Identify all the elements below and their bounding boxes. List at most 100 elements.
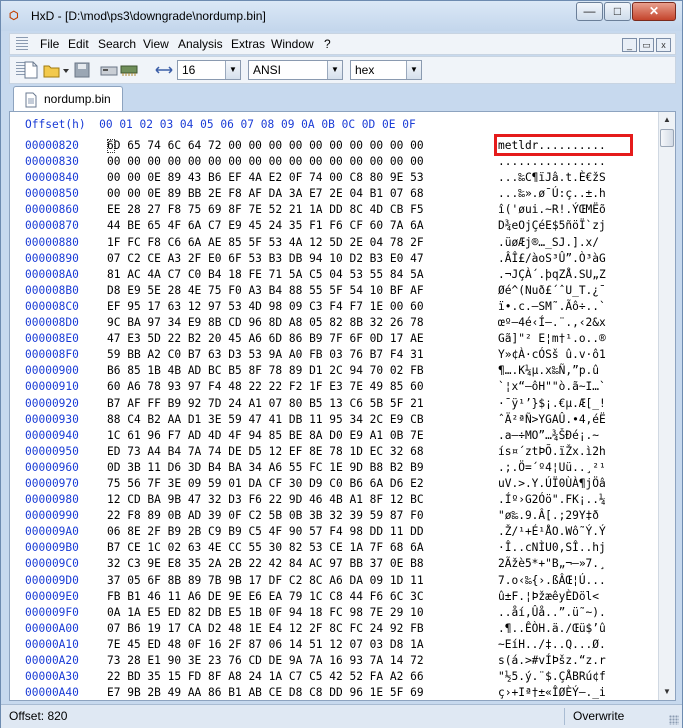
hex-row[interactable]: B7 CE 1C 02 63 4E CC 55 30 82 53 CE 1A 7… <box>107 540 424 556</box>
text-row[interactable]: 2Ãžè5*+"B„¬—»7.¸ <box>498 556 606 572</box>
hex-row[interactable]: 00 00 00 00 00 00 00 00 00 00 00 00 00 0… <box>107 154 424 170</box>
minimize-button[interactable]: — <box>576 2 603 21</box>
menu-extras[interactable]: Extras <box>231 37 265 51</box>
text-row[interactable]: î('øui.~R!.ÝŒMËõ <box>498 202 606 218</box>
text-row[interactable]: ~EíH../‡..Q...Ø. <box>498 637 606 653</box>
hex-row[interactable]: B6 85 1B 4B AD BC B5 8F 78 89 D1 2C 94 7… <box>107 363 424 379</box>
text-row[interactable]: s(á.>#vÍÞšz.“z.r <box>498 653 606 669</box>
hex-row[interactable]: 7E 45 ED 48 0F 16 2F 87 06 14 51 12 07 0… <box>107 637 424 653</box>
hex-column[interactable]: 6D 65 74 6C 64 72 00 00 00 00 00 00 00 0… <box>107 138 424 700</box>
hex-row[interactable]: EF 95 17 63 12 97 53 4D 98 09 C3 F4 F7 1… <box>107 299 424 315</box>
scroll-up-icon[interactable]: ▲ <box>659 112 675 128</box>
text-row[interactable]: uV.>.Y.ÚÏ0ÙÀ¶jÖâ <box>498 476 606 492</box>
hex-row[interactable]: E7 9B 2B 49 AA 86 B1 AB CE D8 C8 DD 96 1… <box>107 685 424 700</box>
text-row[interactable]: ...‰».ø¯Ú:ç..±.h <box>498 186 606 202</box>
text-row[interactable]: ç›+Iª†±«ÎØÈÝ–._i <box>498 685 606 700</box>
hex-row[interactable]: 00 00 0E 89 BB 2E F8 AF DA 3A E7 2E 04 B… <box>107 186 424 202</box>
hex-row[interactable]: 1C 61 96 F7 AD 4D 4F 94 85 BE 8A D0 E9 A… <box>107 428 424 444</box>
text-row[interactable]: Øé^(Nuð£´ˆU_T.¿¯ <box>498 283 606 299</box>
hex-row[interactable]: 0D 3B 11 D6 3D B4 BA 34 A6 55 FC 1E 9D B… <box>107 460 424 476</box>
open-folder-icon[interactable] <box>43 61 61 79</box>
title-bar[interactable]: ⬡ HxD - [D:\mod\ps3\downgrade\nordump.bi… <box>1 1 682 31</box>
text-row[interactable]: ·Î..cNÌU0‚SÎ..hj <box>498 540 606 556</box>
chevron-down-icon[interactable]: ▼ <box>327 61 342 79</box>
text-row[interactable]: ï•.c.—SM˜.Ãô÷..` <box>498 299 606 315</box>
hex-row[interactable]: 59 BB A2 C0 B7 63 D3 53 9A A0 FB 03 76 B… <box>107 347 424 363</box>
text-row[interactable]: .ÂÎ£/àoS³Û”.Ò³àG <box>498 251 606 267</box>
hex-row[interactable]: D8 E9 5E 28 4E 75 F0 A3 B4 88 55 5F 54 1… <box>107 283 424 299</box>
hex-row[interactable]: B7 AF FF B9 92 7D 24 A1 07 80 B5 13 C6 5… <box>107 396 424 412</box>
save-icon[interactable] <box>73 61 91 79</box>
status-mode[interactable]: Overwrite <box>573 709 624 723</box>
scrollbar-thumb[interactable] <box>660 129 674 147</box>
maximize-button[interactable]: □ <box>604 2 631 21</box>
menu-help[interactable]: ? <box>324 37 331 51</box>
text-row[interactable]: .a–÷­MO”…¾ŠÐé¡.~ <box>498 428 606 444</box>
text-row[interactable]: .;.Ö=´º4¦Uü..¸²¹ <box>498 460 606 476</box>
text-row[interactable]: `¦x“—ôH""ò.ã~I…` <box>498 379 606 395</box>
menu-view[interactable]: View <box>143 37 169 51</box>
hex-row[interactable]: FB B1 46 11 A6 DE 9E E6 EA 79 1C C8 44 F… <box>107 589 424 605</box>
text-row[interactable]: û±F.¦ÞžæêyÈDöl< <box>498 589 606 605</box>
mdi-minimize-button[interactable]: _ <box>622 38 637 52</box>
text-row[interactable]: 7.o‹‰{›.ßÂŒ¦Ú... <box>498 573 606 589</box>
text-row[interactable]: ...‰C¶ïJâ.t.È€žS <box>498 170 606 186</box>
text-row[interactable]: ..åí‚Ûå..”.ü˜~). <box>498 605 606 621</box>
hex-row[interactable]: 9C BA 97 34 E9 8B CD 96 8D A8 05 82 8B 3… <box>107 315 424 331</box>
vertical-scrollbar[interactable]: ▲ ▼ <box>658 112 675 700</box>
mdi-restore-button[interactable]: ▭ <box>639 38 654 52</box>
offset-base-select[interactable]: hex ▼ <box>350 60 422 80</box>
menu-search[interactable]: Search <box>98 37 136 51</box>
hex-row[interactable]: 06 8E 2F B9 2B C9 B9 C5 4F 90 57 F4 98 D… <box>107 524 424 540</box>
menu-file[interactable]: File <box>40 37 59 51</box>
text-row[interactable]: .Íº›G2Óö".FK¡..¼ <box>498 492 606 508</box>
text-row[interactable]: Gã]"² E¦m†¹.o..® <box>498 331 606 347</box>
open-ram-icon[interactable] <box>120 61 138 79</box>
text-row[interactable]: ·¯ÿ¹’}$¡.€µ.Æ[_! <box>498 396 606 412</box>
chevron-down-icon[interactable]: ▼ <box>225 61 240 79</box>
hex-row[interactable]: 75 56 7F 3E 09 59 01 DA CF 30 D9 C0 B6 6… <box>107 476 424 492</box>
hex-row[interactable]: 47 E3 5D 22 B2 20 45 A6 6D 86 B9 7F 6F 0… <box>107 331 424 347</box>
text-row[interactable]: ¶….K­¼µ.x‰Ñ,”p.û <box>498 363 606 379</box>
text-row[interactable]: Y»¢À·cÓSš û.v·ô1 <box>498 347 606 363</box>
hex-row[interactable]: 22 BD 35 15 FD 8F A8 24 1A C7 C5 42 52 F… <box>107 669 424 685</box>
menu-window[interactable]: Window <box>271 37 314 51</box>
new-file-icon[interactable] <box>22 61 40 79</box>
open-disk-icon[interactable] <box>100 61 118 79</box>
hex-row[interactable]: 22 F8 89 0B AD 39 0F C2 5B 0B 3B 32 39 5… <box>107 508 424 524</box>
open-dropdown-icon[interactable] <box>61 61 71 79</box>
hex-row[interactable]: 6D 65 74 6C 64 72 00 00 00 00 00 00 00 0… <box>107 138 424 154</box>
text-row[interactable]: œº—4é‹Í–.¨.‚‹2&x <box>498 315 606 331</box>
hex-row[interactable]: 32 C3 9E E8 35 2A 2B 22 42 84 AC 97 BB 3… <box>107 556 424 572</box>
hex-editor[interactable]: Offset(h) 00 01 02 03 04 05 06 07 08 09 … <box>9 111 676 701</box>
hex-row[interactable]: 0A 1A E5 ED 82 DB E5 1B 0F 94 18 FC 98 7… <box>107 605 424 621</box>
text-column[interactable]: metldr.......................... ...‰C¶ïJ… <box>498 138 606 700</box>
text-row[interactable]: ................ <box>498 154 606 170</box>
text-row[interactable]: .¬JÇÀ´.þqZÅ.SU„Z <box>498 267 606 283</box>
hex-row[interactable]: 37 05 6F 8B 89 7B 9B 17 DF C2 8C A6 DA 0… <box>107 573 424 589</box>
hex-row[interactable]: 88 C4 B2 AA D1 3E 59 47 41 DB 11 95 34 2… <box>107 412 424 428</box>
menu-edit[interactable]: Edit <box>68 37 89 51</box>
bytes-per-row-select[interactable]: 16 ▼ <box>177 60 241 80</box>
tab-nordump[interactable]: nordump.bin <box>13 86 123 111</box>
hex-row[interactable]: 44 BE 65 4F 6A C7 E9 45 24 35 F1 F6 CF 6… <box>107 218 424 234</box>
hex-row[interactable]: 00 00 0E 89 43 B6 EF 4A E2 0F 74 00 C8 8… <box>107 170 424 186</box>
hex-row[interactable]: 60 A6 78 93 97 F4 48 22 22 F2 1F E3 7E 4… <box>107 379 424 395</box>
text-row[interactable]: D¾eOjÇéE$5ñöÏ`zj <box>498 218 606 234</box>
text-row[interactable]: .¶..ÊÒH.ä./Œü$’û <box>498 621 606 637</box>
text-row[interactable]: ís¤´ztÞÕ.ïŽx.ì2h <box>498 444 606 460</box>
resize-grip-icon[interactable] <box>669 715 679 725</box>
hex-row[interactable]: 12 CD BA 9B 47 32 D3 F6 22 9D 46 4B A1 8… <box>107 492 424 508</box>
hex-row[interactable]: 07 C2 CE A3 2F E0 6F 53 B3 DB 94 10 D2 B… <box>107 251 424 267</box>
text-row[interactable]: ˆÄ²ªÑ>YGAÛ.•4,éË <box>498 412 606 428</box>
hex-row[interactable]: 73 28 E1 90 3E 23 76 CD DE 9A 7A 16 93 7… <box>107 653 424 669</box>
text-row[interactable]: .Ž/¹+É¹ÅO.Wô˜Ý.Ý <box>498 524 606 540</box>
charset-select[interactable]: ANSI ▼ <box>248 60 343 80</box>
hex-row[interactable]: 81 AC 4A C7 C0 B4 18 FE 71 5A C5 04 53 5… <box>107 267 424 283</box>
text-row[interactable]: "ø‰.­9.Â[.;29Y‡ð <box>498 508 606 524</box>
mdi-close-button[interactable]: x <box>656 38 671 52</box>
chevron-down-icon[interactable]: ▼ <box>406 61 421 79</box>
text-row[interactable]: "½5.ý.¨$.ÇÅBRú¢f <box>498 669 606 685</box>
hex-row[interactable]: 1F FC F8 C6 6A AE 85 5F 53 4A 12 5D 2E 0… <box>107 235 424 251</box>
hex-row[interactable]: EE 28 27 F8 75 69 8F 7E 52 21 1A DD 8C 4… <box>107 202 424 218</box>
